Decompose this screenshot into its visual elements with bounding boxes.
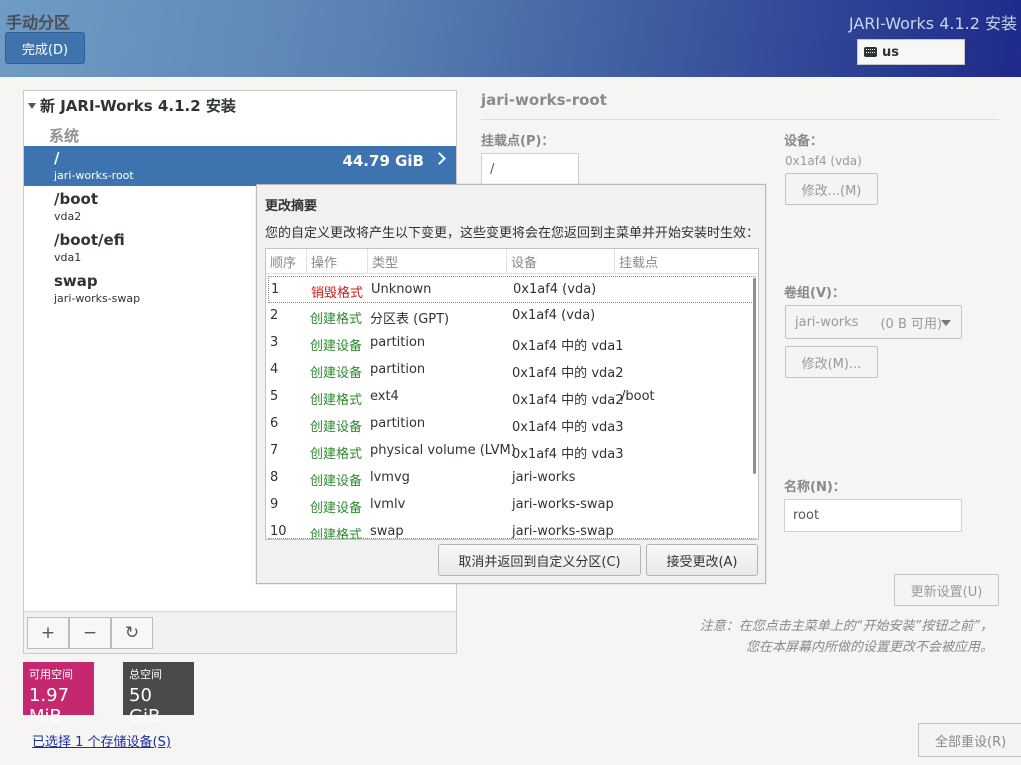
row-type: partition [370, 416, 426, 431]
changes-table[interactable]: 顺序 操作 类型 设备 挂载点 1 销毁格式 Unknown 0x1af4 (vda)… [265, 248, 759, 540]
change-row[interactable]: 4 创建设备 partition 0x1af4 中的 vda2 [268, 357, 756, 384]
row-order: 5 [270, 389, 279, 404]
row-order: 3 [270, 335, 279, 350]
row-device: jari-works [512, 470, 576, 485]
change-row[interactable]: 2 创建格式 分区表 (GPT) 0x1af4 (vda) [268, 303, 756, 330]
row-device: 0x1af4 (vda) [512, 308, 596, 323]
change-row[interactable]: 1 销毁格式 Unknown 0x1af4 (vda) [268, 276, 756, 303]
row-action: 创建格式 [310, 447, 363, 462]
dialog-description: 您的自定义更改将产生以下变更，这些变更将会在您返回到主菜单并开始安装时生效： [265, 226, 760, 241]
row-order: 7 [270, 443, 279, 458]
column-header-type[interactable]: 类型 [368, 249, 507, 273]
row-action: 创建设备 [310, 420, 363, 435]
header-divider [266, 273, 758, 274]
row-mount-point: /boot [621, 389, 655, 404]
row-order: 1 [271, 282, 280, 297]
row-type: swap [370, 524, 404, 539]
change-row[interactable]: 7 创建格式 physical volume (LVM) 0x1af4 中的 vda3 [268, 438, 756, 465]
row-order: 6 [270, 416, 279, 431]
change-row[interactable]: 10 创建格式 swap jari-works-swap [268, 519, 756, 539]
row-action: 创建格式 [310, 312, 363, 327]
row-action: 创建设备 [310, 474, 363, 489]
change-row[interactable]: 8 创建设备 lvmvg jari-works [268, 465, 756, 492]
accept-changes-button[interactable]: 接受更改(A) [646, 544, 758, 576]
row-device: jari-works-swap [512, 497, 614, 512]
dialog-title: 更改摘要 [265, 199, 318, 214]
change-row[interactable]: 9 创建设备 lvmlv jari-works-swap [268, 492, 756, 519]
summary-of-changes-dialog: 更改摘要 您的自定义更改将产生以下变更，这些变更将会在您返回到主菜单并开始安装时… [256, 184, 766, 584]
change-row[interactable]: 3 创建设备 partition 0x1af4 中的 vda1 [268, 330, 756, 357]
row-action: 销毁格式 [311, 286, 364, 301]
row-action: 创建设备 [310, 501, 363, 516]
column-header-device[interactable]: 设备 [507, 249, 615, 273]
row-type: Unknown [371, 282, 432, 297]
table-focus-edge [268, 538, 756, 539]
row-device: 0x1af4 (vda) [513, 282, 597, 297]
row-type: ext4 [370, 389, 399, 404]
row-order: 10 [270, 524, 287, 539]
row-device: jari-works-swap [512, 524, 614, 539]
row-type: lvmlv [370, 497, 406, 512]
row-type: physical volume (LVM) [370, 443, 516, 458]
column-header-action[interactable]: 操作 [307, 249, 368, 273]
row-order: 9 [270, 497, 279, 512]
row-type: partition [370, 362, 426, 377]
row-device: 0x1af4 中的 vda3 [512, 420, 624, 435]
row-device: 0x1af4 中的 vda3 [512, 447, 624, 462]
cancel-return-button[interactable]: 取消并返回到自定义分区(C) [438, 544, 641, 576]
row-order: 4 [270, 362, 279, 377]
row-device: 0x1af4 中的 vda1 [512, 339, 624, 354]
row-type: 分区表 (GPT) [370, 312, 450, 327]
column-header-mount-point[interactable]: 挂载点 [615, 249, 758, 273]
row-action: 创建格式 [310, 393, 363, 408]
column-header-order[interactable]: 顺序 [266, 249, 307, 273]
change-row[interactable]: 5 创建格式 ext4 0x1af4 中的 vda2/boot [268, 384, 756, 411]
row-type: partition [370, 335, 426, 350]
table-scrollbar[interactable] [753, 278, 756, 474]
row-device: 0x1af4 中的 vda2 [512, 393, 624, 408]
row-action: 创建设备 [310, 339, 363, 354]
row-action: 创建设备 [310, 366, 363, 381]
row-order: 2 [270, 308, 279, 323]
change-row[interactable]: 6 创建设备 partition 0x1af4 中的 vda3 [268, 411, 756, 438]
row-order: 8 [270, 470, 279, 485]
row-type: lvmvg [370, 470, 410, 485]
row-device: 0x1af4 中的 vda2 [512, 366, 624, 381]
